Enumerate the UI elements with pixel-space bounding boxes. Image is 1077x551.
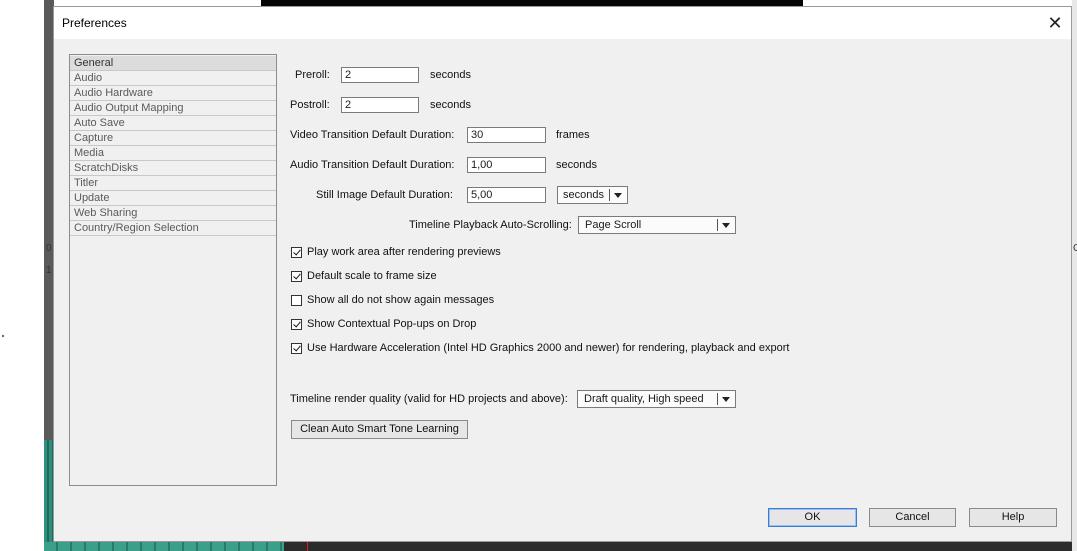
dialog-title: Preferences [62,16,127,30]
cancel-button[interactable]: Cancel [869,508,956,527]
checkbox-default-scale[interactable]: Default scale to frame size [291,268,437,284]
help-button[interactable]: Help [969,508,1057,527]
background-marker: C [1073,243,1077,254]
category-item-country-region[interactable]: Country/Region Selection [70,221,276,236]
category-item-audio-output-mapping[interactable]: Audio Output Mapping [70,101,276,116]
checkbox-checked-icon[interactable] [291,318,302,330]
checkbox-checked-icon[interactable] [291,342,302,354]
category-item-capture[interactable]: Capture [70,131,276,146]
chevron-down-icon [722,397,730,402]
checkbox-label: Default scale to frame size [307,270,437,282]
render-quality-select[interactable]: Draft quality, High speed [577,390,736,408]
timeline-scroll-value: Page Scroll [585,219,642,231]
category-item-auto-save[interactable]: Auto Save [70,116,276,131]
category-list: General Audio Audio Hardware Audio Outpu… [69,54,277,486]
background-marker: 0 [46,243,52,254]
category-item-update[interactable]: Update [70,191,276,206]
select-separator [609,189,610,201]
background-marker: 1 [46,265,52,276]
checkbox-label: Play work area after rendering previews [307,246,501,258]
render-quality-value: Draft quality, High speed [584,393,704,405]
timeline-scroll-select[interactable]: Page Scroll [578,216,736,234]
postroll-unit: seconds [430,99,471,111]
background-right-edge [1072,0,1077,551]
checkbox-play-work-area[interactable]: Play work area after rendering previews [291,244,501,260]
checkbox-label: Use Hardware Acceleration (Intel HD Grap… [307,342,790,354]
checkbox-checked-icon[interactable] [291,270,302,282]
preroll-label: Preroll: [295,69,330,81]
video-transition-unit: frames [556,129,590,141]
close-icon: ✕ [1047,12,1063,33]
checkbox-label: Show Contextual Pop-ups on Drop [307,318,477,330]
chevron-down-icon [722,223,730,228]
audio-transition-label: Audio Transition Default Duration: [290,159,455,171]
checkbox-unchecked-icon[interactable] [291,294,302,306]
still-image-input[interactable]: 5,00 [467,187,546,203]
chevron-down-icon [614,193,622,198]
category-item-audio-hardware[interactable]: Audio Hardware [70,86,276,101]
video-transition-input[interactable]: 30 [467,127,546,143]
category-item-web-sharing[interactable]: Web Sharing [70,206,276,221]
still-image-unit-select[interactable]: seconds [557,186,628,204]
preroll-input[interactable]: 2 [341,67,419,83]
select-separator [717,393,718,405]
background-timeline-clips [44,542,284,551]
checkbox-show-all-messages[interactable]: Show all do not show again messages [291,292,494,308]
audio-transition-input[interactable]: 1,00 [467,157,546,173]
background-timeline [284,542,1077,551]
select-separator [717,219,718,231]
clean-smart-tone-button[interactable]: Clean Auto Smart Tone Learning [291,420,468,439]
checkbox-label: Show all do not show again messages [307,294,495,306]
category-item-audio[interactable]: Audio [70,71,276,86]
preroll-unit: seconds [430,69,471,81]
close-button[interactable]: ✕ [1039,7,1071,39]
category-item-media[interactable]: Media [70,146,276,161]
category-item-general[interactable]: General [70,56,276,71]
still-image-unit-value: seconds [563,189,604,201]
render-quality-label: Timeline render quality (valid for HD pr… [290,393,568,405]
postroll-input[interactable]: 2 [341,97,419,113]
video-transition-label: Video Transition Default Duration: [290,129,455,141]
title-bar: Preferences ✕ [54,7,1071,39]
timeline-scroll-label: Timeline Playback Auto-Scrolling: [409,219,572,231]
checkbox-contextual-popups[interactable]: Show Contextual Pop-ups on Drop [291,316,476,332]
still-image-label: Still Image Default Duration: [316,189,453,201]
category-item-scratch-disks[interactable]: ScratchDisks [70,161,276,176]
audio-transition-unit: seconds [556,159,597,171]
checkbox-hardware-acceleration[interactable]: Use Hardware Acceleration (Intel HD Grap… [291,340,789,356]
ok-button[interactable]: OK [768,508,857,527]
preferences-dialog: Preferences ✕ General Audio Audio Hardwa… [53,6,1072,542]
background-playhead [307,542,308,551]
postroll-label: Postroll: [290,99,330,111]
category-item-titler[interactable]: Titler [70,176,276,191]
checkbox-checked-icon[interactable] [291,246,302,258]
background-dot [2,335,4,337]
